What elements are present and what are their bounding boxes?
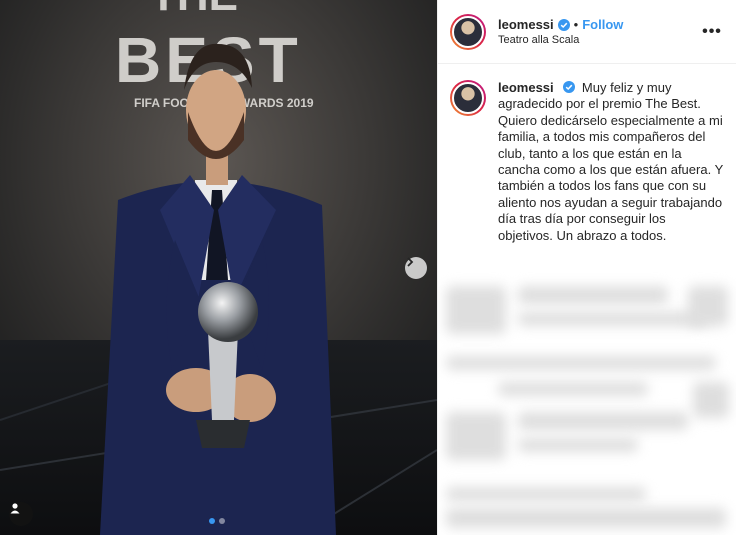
- chevron-right-icon: [407, 257, 414, 267]
- carousel-dot-active: [209, 518, 215, 524]
- backdrop-text-the: THE: [150, 0, 238, 20]
- instagram-post: THE BEST FIFA FOOTBALL AWARDS 2019: [0, 0, 736, 535]
- caption-username-link[interactable]: leomessi: [498, 80, 554, 95]
- photo-scene: THE BEST FIFA FOOTBALL AWARDS 2019: [0, 0, 437, 535]
- caption-text-block: leomessi Muy feliz y muy agradecido por …: [498, 80, 724, 244]
- tagged-users-button[interactable]: [9, 502, 33, 526]
- carousel-dot: [219, 518, 225, 524]
- post-header: leomessi • Follow Teatro alla Scala •••: [438, 0, 736, 64]
- username-link[interactable]: leomessi: [498, 17, 554, 32]
- follow-button[interactable]: Follow: [582, 17, 623, 32]
- separator-dot: •: [573, 17, 579, 32]
- avatar[interactable]: [450, 13, 486, 50]
- post-photo[interactable]: THE BEST FIFA FOOTBALL AWARDS 2019: [0, 0, 437, 535]
- more-options-icon[interactable]: •••: [700, 23, 724, 41]
- verified-badge-icon: [563, 81, 576, 93]
- post-sidebar: leomessi • Follow Teatro alla Scala ••• …: [437, 0, 736, 535]
- user-icon: [10, 503, 20, 514]
- caption-avatar[interactable]: [450, 80, 486, 116]
- verified-badge-icon: [557, 18, 570, 31]
- caption: leomessi Muy feliz y muy agradecido por …: [438, 64, 736, 244]
- blurred-comments: [438, 272, 736, 535]
- carousel-indicators: [209, 518, 225, 524]
- carousel-next-button[interactable]: [405, 257, 427, 279]
- caption-text: Muy feliz y muy agradecido por el premio…: [498, 80, 724, 243]
- location-link[interactable]: Teatro alla Scala: [498, 34, 700, 46]
